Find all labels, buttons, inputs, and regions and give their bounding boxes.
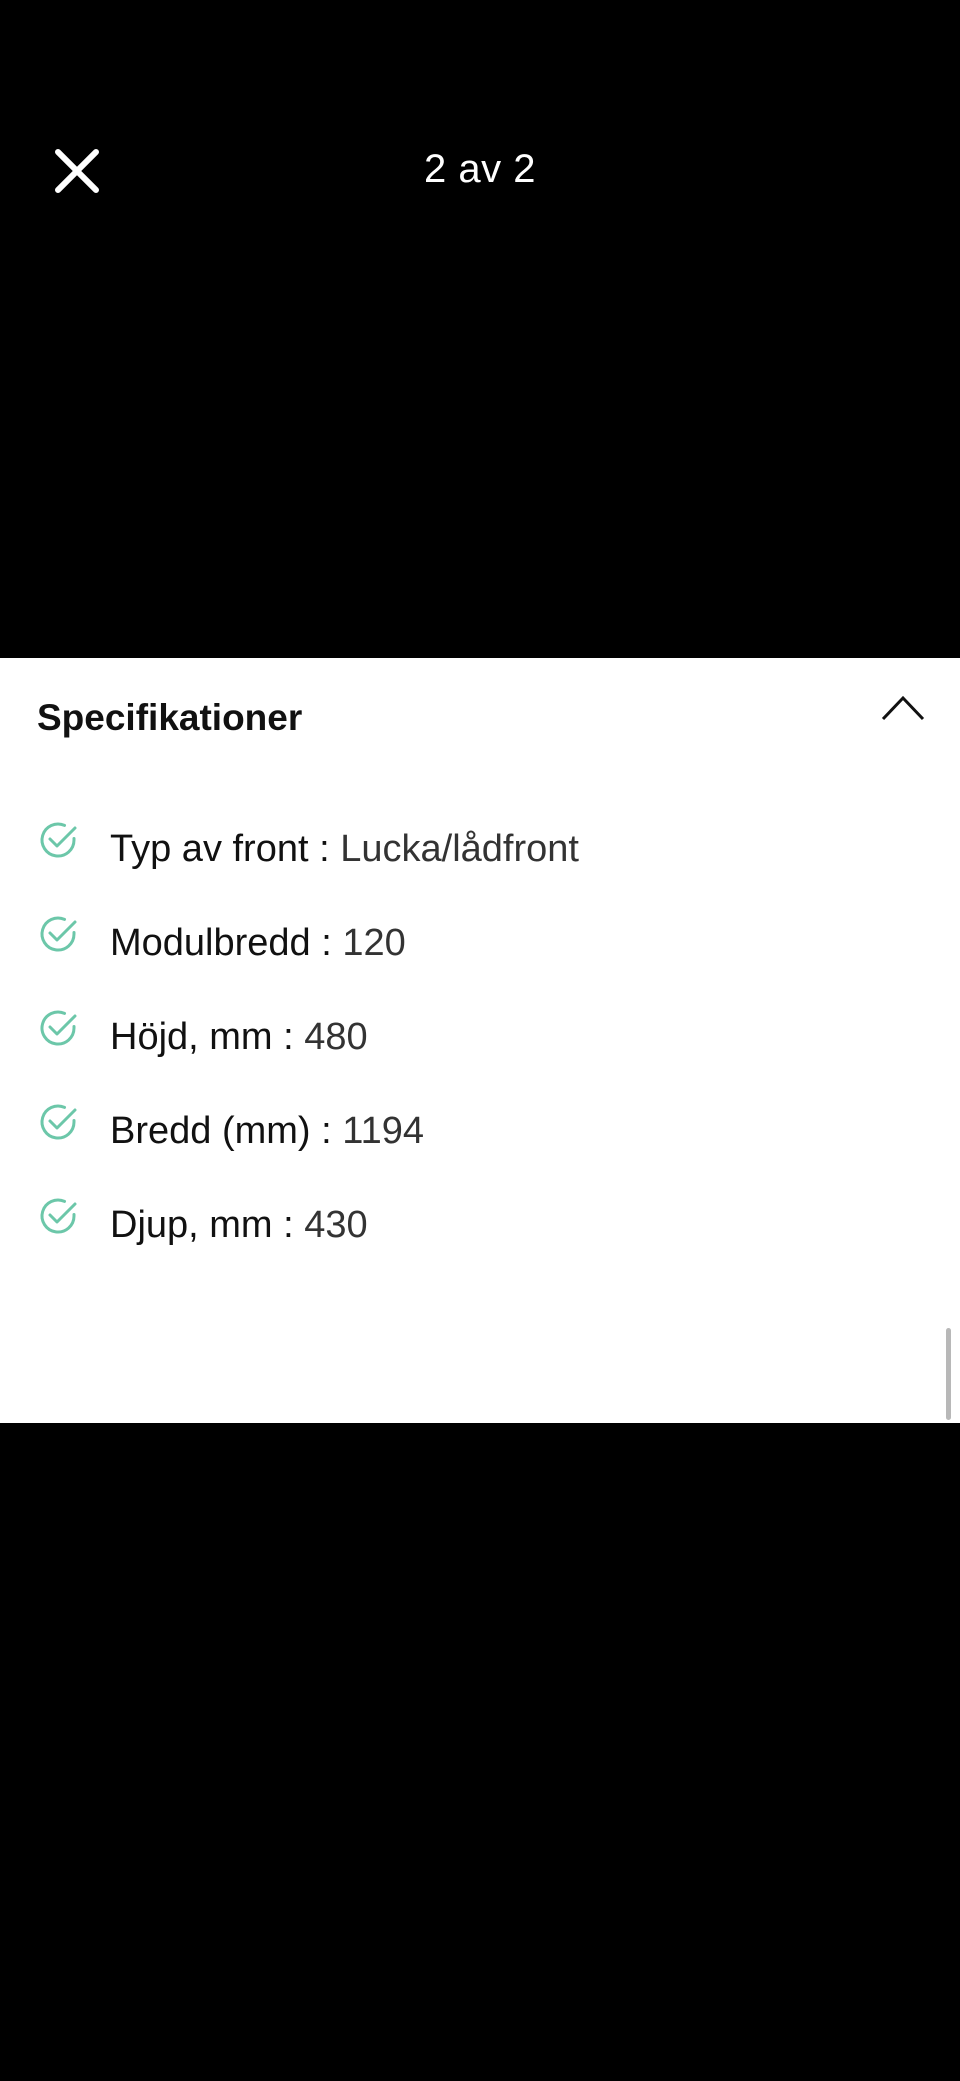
check-circle-icon [40, 916, 77, 952]
spec-text: Höjd, mm : 480 [110, 1012, 368, 1062]
specifications-list: Typ av front : Lucka/lådfront Modulbredd… [0, 818, 960, 1288]
image-viewer: 2 av 2 Specifikationer Typ av front : Lu… [0, 0, 960, 2081]
bottom-area [0, 1423, 960, 2081]
spec-item: Djup, mm : 430 [0, 1194, 960, 1288]
spec-item: Höjd, mm : 480 [0, 1006, 960, 1100]
spec-label: Typ av front [110, 828, 309, 870]
spec-label: Bredd (mm) [110, 1110, 311, 1152]
viewer-top-bar: 2 av 2 [0, 0, 960, 340]
spec-text: Bredd (mm) : 1194 [110, 1106, 424, 1156]
chevron-up-icon[interactable] [880, 692, 926, 722]
check-circle-icon [40, 1104, 77, 1140]
check-circle-icon [40, 1010, 77, 1046]
spec-separator: : [272, 1204, 305, 1246]
spec-separator: : [310, 922, 343, 964]
spec-value: 1194 [342, 1110, 424, 1152]
check-circle-icon [40, 1198, 77, 1234]
specifications-header[interactable]: Specifikationer [0, 658, 960, 778]
spec-value: Lucka/lådfront [340, 828, 579, 870]
spec-text: Modulbredd : 120 [110, 918, 406, 968]
spec-label: Djup, mm [110, 1204, 273, 1246]
spec-separator: : [310, 1110, 343, 1152]
spec-label: Höjd, mm [110, 1016, 273, 1058]
spec-separator: : [308, 828, 341, 870]
spec-label: Modulbredd [110, 922, 311, 964]
spec-text: Typ av front : Lucka/lådfront [110, 824, 579, 874]
spec-value: 120 [342, 922, 406, 964]
spec-value: 480 [304, 1016, 368, 1058]
scrollbar[interactable] [946, 1328, 951, 1420]
check-circle-icon [40, 822, 77, 858]
spec-item: Typ av front : Lucka/lådfront [0, 818, 960, 912]
spec-item: Modulbredd : 120 [0, 912, 960, 1006]
specifications-panel: Specifikationer Typ av front : Lucka/låd… [0, 658, 960, 1423]
image-counter: 2 av 2 [424, 147, 536, 191]
spec-separator: : [272, 1016, 305, 1058]
spec-item: Bredd (mm) : 1194 [0, 1100, 960, 1194]
specifications-title: Specifikationer [37, 697, 303, 738]
spec-text: Djup, mm : 430 [110, 1200, 368, 1250]
spec-value: 430 [304, 1204, 368, 1246]
